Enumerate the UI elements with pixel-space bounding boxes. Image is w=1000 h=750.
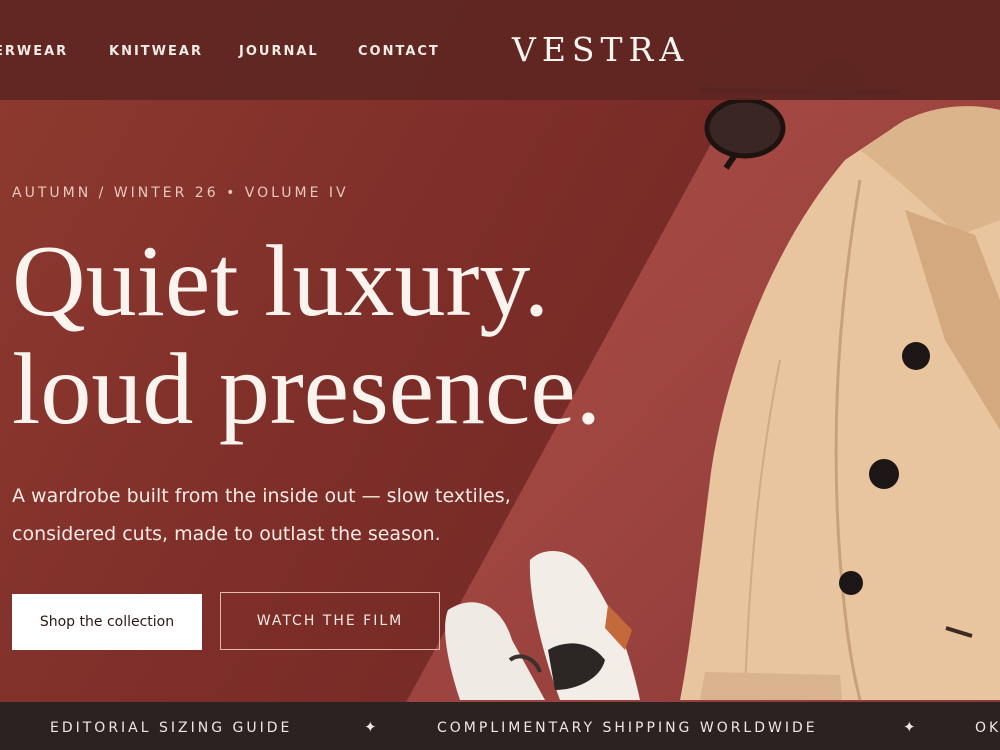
nav-link-outerwear[interactable]: ERWEAR bbox=[0, 44, 68, 59]
nav-link-journal[interactable]: JOURNAL bbox=[239, 44, 319, 59]
coat-illustration bbox=[680, 106, 1000, 701]
ticker-item-shipping[interactable]: COMPLIMENTARY SHIPPING WORLDWIDE bbox=[437, 720, 818, 736]
top-navigation: ERWEAR KNITWEAR JOURNAL CONTACT VESTRA bbox=[0, 0, 1000, 100]
loafers-illustration bbox=[445, 551, 640, 700]
headline-line-1: Quiet luxury. bbox=[12, 225, 550, 338]
brand-logo[interactable]: VESTRA bbox=[512, 30, 689, 69]
nav-link-contact[interactable]: CONTACT bbox=[358, 44, 440, 59]
watch-film-button[interactable]: WATCH THE FILM bbox=[220, 592, 440, 650]
hero-headline: Quiet luxury. loud presence. bbox=[12, 228, 601, 444]
announcement-ticker: EDITORIAL SIZING GUIDE ✦ COMPLIMENTARY S… bbox=[0, 702, 1000, 750]
sparkle-icon: ✦ bbox=[364, 718, 380, 736]
ticker-item-partial: OK bbox=[975, 720, 1000, 736]
hero-subtitle: A wardrobe built from the inside out — s… bbox=[12, 485, 511, 545]
collection-eyebrow: AUTUMN / WINTER 26 • VOLUME IV bbox=[12, 185, 349, 201]
nav-link-knitwear[interactable]: KNITWEAR bbox=[109, 44, 203, 59]
shop-collection-button[interactable]: Shop the collection bbox=[12, 594, 202, 650]
headline-line-2: loud presence. bbox=[12, 333, 602, 446]
sparkle-icon: ✦ bbox=[903, 718, 919, 736]
ticker-item-sizing[interactable]: EDITORIAL SIZING GUIDE bbox=[50, 720, 292, 736]
